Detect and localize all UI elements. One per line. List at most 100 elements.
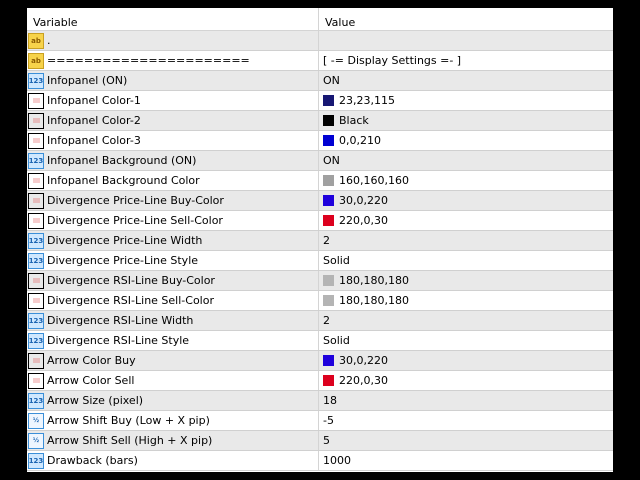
table-row[interactable]: 123 Infopanel Background (ON) ON [27,151,613,171]
variable-name: Arrow Color Buy [47,354,136,367]
table-row[interactable]: ab ====================== [ -= Display Set… [27,51,613,71]
value-cell[interactable]: Black [319,111,613,130]
table-row[interactable]: ½ Arrow Shift Buy (Low + X pip) -5 [27,411,613,431]
value-text: Black [339,114,369,127]
integer-type-icon: 123 [28,152,44,169]
color-swatch [323,355,334,366]
variable-name: Divergence Price-Line Buy-Color [47,194,224,207]
table-row[interactable]: Divergence Price-Line Buy-Color 30,0,220 [27,191,613,211]
variable-cell: Divergence Price-Line Sell-Color [27,211,319,230]
variable-cell: ½ Arrow Shift Sell (High + X pip) [27,431,319,450]
value-text: 18 [323,394,337,407]
table-row[interactable]: 123 Divergence Price-Line Width 2 [27,231,613,251]
value-text: 30,0,220 [339,194,388,207]
value-cell[interactable]: 1000 [319,451,613,470]
variable-name: Arrow Color Sell [47,374,135,387]
column-header-value[interactable]: Value [319,8,613,30]
variable-cell: 123 Divergence RSI-Line Style [27,331,319,350]
table-row[interactable]: Divergence RSI-Line Sell-Color 180,180,18… [27,291,613,311]
variable-name: Divergence Price-Line Style [47,254,199,267]
value-cell[interactable]: ON [319,71,613,90]
table-row[interactable]: Divergence Price-Line Sell-Color 220,0,30 [27,211,613,231]
table-row[interactable]: 123 Divergence RSI-Line Style Solid [27,331,613,351]
table-row[interactable]: Infopanel Color-1 23,23,115 [27,91,613,111]
table-row[interactable]: Infopanel Color-2 Black [27,111,613,131]
color-type-icon [28,292,44,309]
value-cell[interactable]: 5 [319,431,613,450]
color-type-icon [28,192,44,209]
variable-name: Infopanel Background (ON) [47,154,197,167]
value-cell[interactable] [319,31,613,50]
integer-type-icon: 123 [28,312,44,329]
table-row[interactable]: Infopanel Color-3 0,0,210 [27,131,613,151]
color-swatch [323,215,334,226]
value-cell[interactable]: 160,160,160 [319,171,613,190]
value-cell[interactable]: 30,0,220 [319,191,613,210]
value-text: 180,180,180 [339,294,409,307]
table-header: Variable Value [27,8,613,31]
value-cell[interactable]: 0,0,210 [319,131,613,150]
value-text: -5 [323,414,334,427]
value-cell[interactable]: Solid [319,331,613,350]
variable-cell: Divergence Price-Line Buy-Color [27,191,319,210]
variable-cell: ab ====================== [27,51,319,70]
value-text: 220,0,30 [339,374,388,387]
value-cell[interactable]: ON [319,151,613,170]
color-type-icon [28,352,44,369]
double-type-icon: ½ [28,432,44,449]
value-cell[interactable]: 2 [319,311,613,330]
value-text: 160,160,160 [339,174,409,187]
value-cell[interactable]: [ -= Display Settings =- ] [319,51,613,70]
table-row[interactable]: Arrow Color Buy 30,0,220 [27,351,613,371]
value-cell[interactable]: 18 [319,391,613,410]
variable-name: Infopanel Color-2 [47,114,141,127]
color-swatch [323,195,334,206]
variable-cell: Infopanel Background Color [27,171,319,190]
value-cell[interactable]: 180,180,180 [319,291,613,310]
table-row[interactable]: Arrow Color Sell 220,0,30 [27,371,613,391]
color-swatch [323,295,334,306]
table-row[interactable]: Divergence RSI-Line Buy-Color 180,180,180 [27,271,613,291]
table-row[interactable]: Infopanel Background Color 160,160,160 [27,171,613,191]
column-header-variable[interactable]: Variable [27,8,319,30]
variable-cell: Divergence RSI-Line Buy-Color [27,271,319,290]
variable-cell: Infopanel Color-3 [27,131,319,150]
table-row[interactable]: 123 Arrow Size (pixel) 18 [27,391,613,411]
color-type-icon [28,92,44,109]
string-type-icon: ab [28,52,44,69]
table-row[interactable]: ½ Arrow Shift Sell (High + X pip) 5 [27,431,613,451]
variable-cell: Arrow Color Sell [27,371,319,390]
value-cell[interactable]: 220,0,30 [319,211,613,230]
value-cell[interactable]: 2 [319,231,613,250]
variable-name: Divergence Price-Line Width [47,234,203,247]
value-cell[interactable]: 220,0,30 [319,371,613,390]
variable-cell: 123 Drawback (bars) [27,451,319,470]
integer-type-icon: 123 [28,252,44,269]
table-row[interactable]: 123 Divergence RSI-Line Width 2 [27,311,613,331]
value-text: Solid [323,334,350,347]
double-type-icon: ½ [28,412,44,429]
variable-name: Divergence RSI-Line Buy-Color [47,274,215,287]
value-cell[interactable]: Solid [319,251,613,270]
string-type-icon: ab [28,32,44,49]
table-row[interactable]: 123 Drawback (bars) 1000 [27,451,613,471]
color-swatch [323,275,334,286]
variable-name: Divergence Price-Line Sell-Color [47,214,223,227]
value-text: 1000 [323,454,351,467]
variable-name: Arrow Shift Buy (Low + X pip) [47,414,210,427]
value-cell[interactable]: 180,180,180 [319,271,613,290]
table-row[interactable]: ab. [27,31,613,51]
variable-name: Arrow Size (pixel) [47,394,144,407]
variable-cell: 123 Divergence Price-Line Style [27,251,319,270]
variable-name: Infopanel Background Color [47,174,200,187]
variable-cell: 123 Divergence RSI-Line Width [27,311,319,330]
value-cell[interactable]: 30,0,220 [319,351,613,370]
table-row[interactable]: 123 Divergence Price-Line Style Solid [27,251,613,271]
variable-cell: Divergence RSI-Line Sell-Color [27,291,319,310]
color-type-icon [28,132,44,149]
value-text: 0,0,210 [339,134,381,147]
table-row[interactable]: 123 Infopanel (ON) ON [27,71,613,91]
value-cell[interactable]: 23,23,115 [319,91,613,110]
value-text: Solid [323,254,350,267]
value-cell[interactable]: -5 [319,411,613,430]
